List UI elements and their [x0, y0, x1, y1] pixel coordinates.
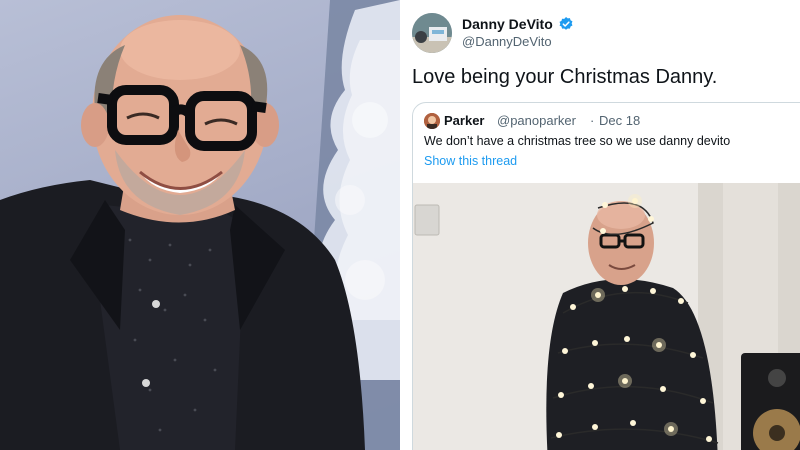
author-avatar[interactable]	[412, 13, 452, 53]
quoted-text: We don’t have a christmas tree so we use…	[424, 134, 731, 148]
quoted-author-avatar[interactable]	[424, 113, 440, 129]
avatar-image	[412, 13, 452, 53]
lights-photo-illustration	[413, 183, 800, 450]
quoted-tweet[interactable]: Parker @panoparker · Dec 18 We don’t hav…	[412, 102, 800, 450]
tweet-card: Danny DeVito @DannyDeVito Love being you…	[400, 0, 800, 450]
quoted-author-name[interactable]: Parker	[444, 113, 484, 128]
quoted-date[interactable]: Dec 18	[599, 113, 640, 128]
photo-left	[0, 0, 400, 450]
tweet-text: Love being your Christmas Danny.	[412, 66, 718, 88]
verified-badge-icon	[559, 17, 573, 30]
portrait-illustration	[0, 0, 400, 450]
show-thread-link[interactable]: Show this thread	[424, 154, 517, 168]
author-name[interactable]: Danny DeVito	[462, 16, 553, 32]
author-handle[interactable]: @DannyDeVito	[462, 34, 552, 49]
quoted-separator: ·	[590, 113, 595, 128]
quoted-media-photo[interactable]	[413, 183, 800, 450]
quoted-avatar-image	[424, 113, 440, 129]
quoted-author-handle[interactable]: @panoparker	[497, 113, 576, 128]
